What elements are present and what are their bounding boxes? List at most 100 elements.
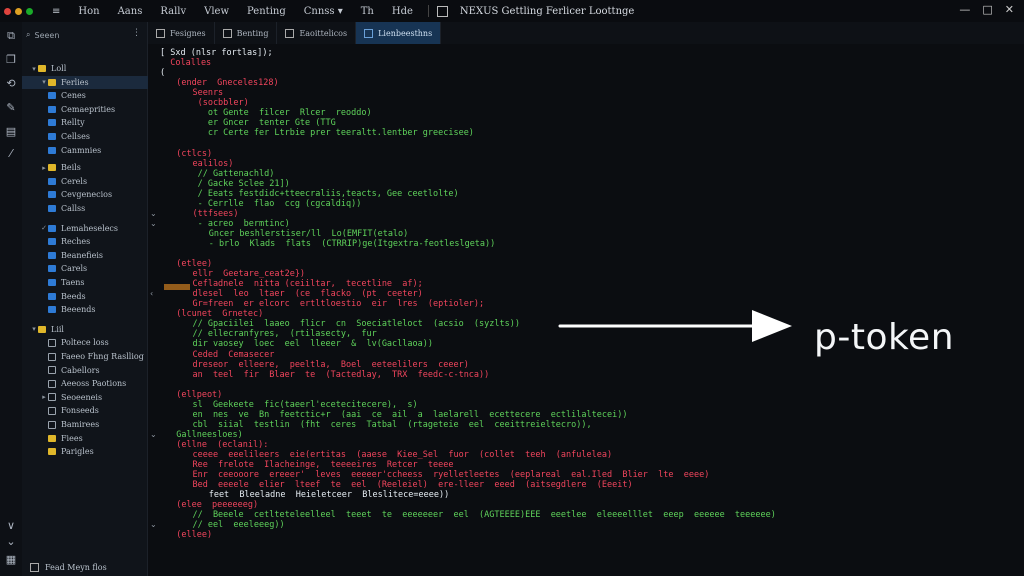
tree-file[interactable]: Cenes: [22, 89, 165, 102]
tree-file[interactable]: Cerels: [22, 175, 165, 188]
code-line[interactable]: (ellee): [166, 530, 212, 541]
file-icon: [48, 238, 56, 246]
menu-item[interactable]: Aans: [109, 6, 152, 17]
fold-icon[interactable]: ⌄: [150, 430, 157, 439]
tree-item-label: Bamirees: [61, 420, 100, 429]
editor-tab[interactable]: Benting: [215, 22, 278, 44]
folder-icon: [48, 164, 56, 172]
chevron-icon[interactable]: ▸: [40, 164, 48, 172]
chevron-icon[interactable]: ▾: [30, 65, 38, 73]
tree-file[interactable]: ▸ Seoeeneis: [22, 391, 165, 404]
code-line[interactable]: Colalles: [160, 58, 211, 69]
tree-item-label: Cabellors: [61, 365, 100, 375]
editor-tab[interactable]: Fesignes: [148, 22, 215, 44]
file-icon: [48, 393, 56, 402]
menu-item[interactable]: Hde: [383, 6, 422, 17]
chevron-icon[interactable]: ▾: [30, 325, 38, 333]
settings-icon[interactable]: ▦: [5, 554, 17, 566]
sidebar-footer[interactable]: Fead Meyn flos: [22, 558, 147, 576]
search-label: Seeen: [34, 30, 60, 40]
source-control-icon[interactable]: ⟲: [5, 78, 17, 90]
file-icon: [48, 306, 56, 314]
menu-item[interactable]: Vlew: [195, 6, 238, 17]
menu-item[interactable]: Cnnss ▾: [295, 6, 352, 17]
menu-item[interactable]: Hon: [69, 6, 108, 17]
close-icon[interactable]: ✕: [1005, 4, 1014, 16]
file-icon: [48, 406, 56, 415]
folder-icon: [48, 78, 56, 86]
tree-file[interactable]: Beeds: [22, 290, 165, 303]
close-dot-icon[interactable]: [4, 7, 11, 15]
menu-item[interactable]: Rallv: [151, 6, 195, 17]
chevron-icon[interactable]: ▸: [40, 393, 48, 401]
tree-folder[interactable]: Parigles: [22, 445, 165, 458]
zoom-dot-icon[interactable]: [26, 7, 33, 15]
menu-item[interactable]: ≡: [43, 6, 69, 17]
file-icon: [48, 420, 56, 429]
documents-icon[interactable]: ❐: [5, 54, 17, 66]
tree-file[interactable]: Rellty: [22, 116, 165, 129]
activity-bar: ⧉ ❐ ⟲ ✎ ▤ ⁄ ∨ ⌄ ▦: [0, 22, 23, 576]
notes-icon[interactable]: ▤: [5, 126, 17, 138]
tree-file[interactable]: Reches: [22, 235, 165, 248]
tree-folder[interactable]: ▾ Loll: [22, 62, 155, 75]
chevron-icon[interactable]: ▾: [40, 78, 48, 86]
tree-file[interactable]: Canmnies: [22, 144, 165, 157]
tree-folder[interactable]: Fiees: [22, 432, 165, 445]
maximize-icon[interactable]: □: [982, 4, 992, 16]
menu-item[interactable]: Th: [352, 6, 383, 17]
brush-icon[interactable]: ⁄: [5, 148, 17, 160]
tree-file[interactable]: Callss: [22, 202, 165, 215]
tree-item-label: Poltece loss: [61, 338, 109, 348]
tree-file[interactable]: Cevgenecios: [22, 188, 165, 201]
tree-file[interactable]: ✓ Lemaheselecs: [22, 222, 165, 235]
minimize-dot-icon[interactable]: [15, 7, 22, 15]
tree-file[interactable]: Beanefieis: [22, 249, 165, 262]
tree-item-label: Rellty: [61, 118, 85, 128]
file-icon: [48, 177, 56, 185]
code-line[interactable]: cr Certe fer Ltrbie prer teeraltt.lentbe…: [172, 128, 474, 139]
app-icon: [436, 5, 448, 17]
tree-file[interactable]: Cabellors: [22, 364, 165, 377]
chevron-down-icon[interactable]: ⌄: [5, 536, 17, 548]
fold-icon[interactable]: ‹: [150, 289, 153, 298]
tree-item-label: Liil: [51, 324, 64, 334]
fold-icon[interactable]: ⌄: [150, 219, 157, 228]
tree-file[interactable]: Taens: [22, 276, 165, 289]
editor-tab[interactable]: Lienbeesthns: [356, 22, 442, 44]
window-title: NEXUS Gettling Ferlicer Loottnge: [459, 5, 635, 17]
tree-file[interactable]: Carels: [22, 262, 165, 275]
tree-file[interactable]: Beeends: [22, 303, 165, 316]
sidebar-search[interactable]: ⌕ Seeen ⋮: [26, 28, 143, 42]
tree-file[interactable]: Fonseeds: [22, 404, 165, 417]
files-icon[interactable]: ⧉: [5, 30, 17, 42]
file-icon: [48, 292, 56, 300]
code-line[interactable]: an teel fir Blaer te (Tactedlay, TRX fee…: [172, 370, 489, 381]
chevron-icon[interactable]: ✓: [40, 224, 48, 232]
fold-icon[interactable]: ⌄: [150, 209, 157, 218]
code-editor[interactable]: p-token [ Sxd (nlsr fortlas]); Colalles(…: [148, 44, 1024, 576]
tree-file[interactable]: Bamirees: [22, 418, 165, 431]
menu-item[interactable]: Penting: [238, 6, 295, 17]
footer-label: Fead Meyn flos: [45, 562, 107, 572]
tree-item-label: Seoeeneis: [61, 392, 103, 402]
tree-file[interactable]: Cellses: [22, 130, 165, 143]
tree-file[interactable]: Faeeo Fhng Raslliog: [22, 350, 165, 363]
tree-folder[interactable]: ▾ Liil: [22, 323, 155, 336]
edit-icon[interactable]: ✎: [5, 102, 17, 114]
tree-file[interactable]: Aeeoss Paotions: [22, 377, 165, 390]
tree-item-label: Beils: [61, 163, 81, 173]
tree-folder[interactable]: ▾ Ferlies: [22, 75, 165, 89]
tree-file[interactable]: Cemaeprities: [22, 103, 165, 116]
tree-folder[interactable]: ▸ Beils: [22, 161, 165, 174]
tree-item-label: Reches: [61, 237, 91, 247]
editor-tab[interactable]: Eaoittelicos: [277, 22, 357, 44]
more-icon[interactable]: ⋮: [132, 28, 141, 38]
tree-file[interactable]: Poltece loss: [22, 336, 165, 349]
fold-icon[interactable]: ⌄: [150, 520, 157, 529]
code-line[interactable]: (: [160, 68, 165, 79]
chevron-down-icon[interactable]: ∨: [5, 520, 17, 532]
title-bar: ≡ Hon Aans Rallv Vlew Penting Cnnss ▾ Th…: [0, 0, 1024, 23]
code-line[interactable]: - brlo Klads flats (CTRRIP)ge(Itgextra-f…: [178, 239, 496, 250]
minimize-icon[interactable]: —: [959, 4, 970, 16]
